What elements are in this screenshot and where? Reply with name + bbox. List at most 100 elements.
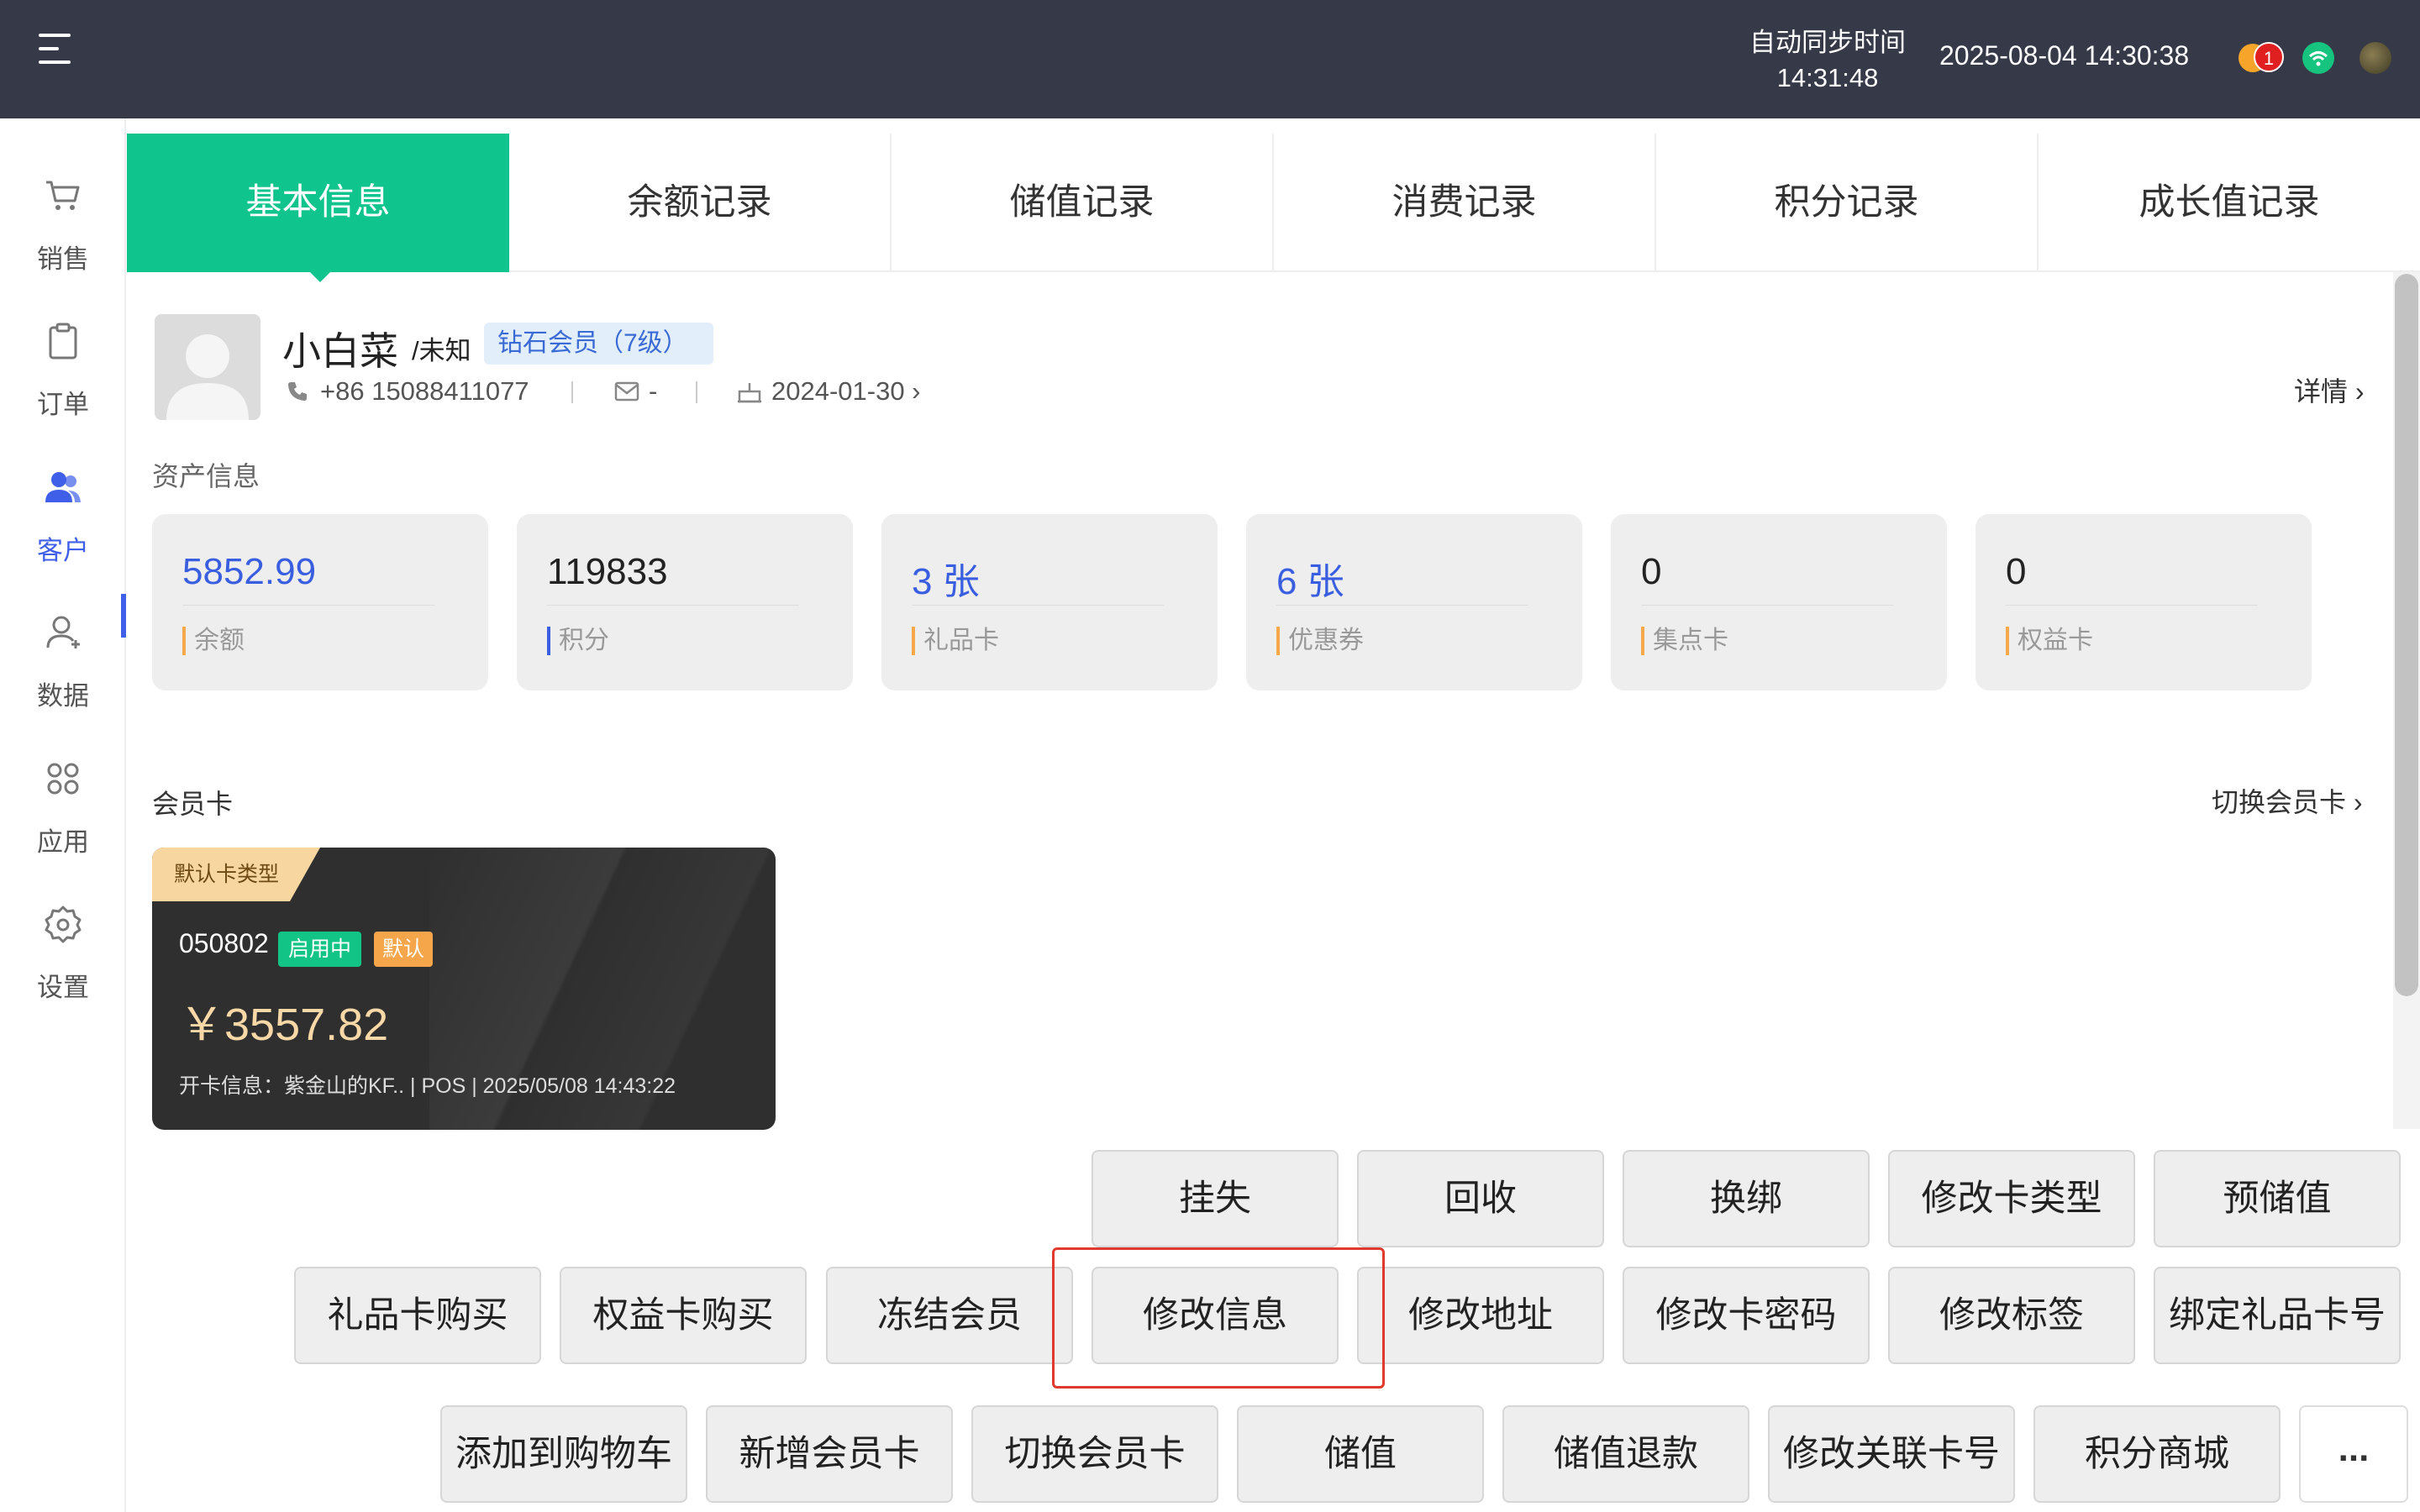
card-status-badge: 启用中 (278, 932, 362, 967)
rebind-button[interactable]: 换绑 (1623, 1150, 1870, 1247)
birthday-cake-icon (738, 383, 761, 403)
freeze-member-button[interactable]: 冻结会员 (826, 1267, 1073, 1364)
asset-label: 余额 (182, 627, 245, 655)
asset-card-stamp-cards[interactable]: 0 集点卡 (1611, 514, 1947, 690)
gear-icon (45, 906, 82, 943)
divider (912, 605, 1164, 606)
asset-value: 0 (1641, 551, 1662, 592)
edit-linked-card-button[interactable]: 修改关联卡号 (1768, 1405, 2015, 1503)
detail-link[interactable]: 详情 › (2294, 373, 2365, 410)
asset-label: 集点卡 (1641, 627, 1728, 655)
asset-label: 权益卡 (2006, 627, 2093, 655)
tab-consumption-records[interactable]: 消费记录 (1274, 134, 1656, 272)
user-avatar[interactable] (2360, 42, 2391, 74)
store-value-button[interactable]: 储值 (1237, 1405, 1484, 1503)
asset-value: 3 张 (912, 561, 980, 602)
sidebar-item-label: 销售 (37, 244, 89, 274)
notification-button[interactable]: 1 (2238, 40, 2289, 77)
sidebar-item-sales[interactable]: 销售 (0, 150, 126, 285)
sidebar-item-label: 设置 (37, 973, 89, 1002)
card-number: 050802 (179, 928, 269, 958)
change-card-type-button[interactable]: 修改卡类型 (1888, 1150, 2135, 1247)
change-card-password-button[interactable]: 修改卡密码 (1623, 1267, 1870, 1364)
tab-points-records[interactable]: 积分记录 (1656, 134, 2039, 272)
scrollbar-thumb[interactable] (2395, 274, 2418, 996)
sidebar-item-apps[interactable]: 应用 (0, 733, 126, 868)
customer-gender: /未知 (412, 336, 471, 365)
add-to-cart-button[interactable]: 添加到购物车 (440, 1405, 687, 1503)
divider (547, 605, 799, 606)
sidebar-item-label: 数据 (37, 681, 89, 711)
wifi-icon[interactable] (2302, 42, 2334, 74)
user-icon (46, 616, 80, 648)
mail-icon (614, 381, 639, 402)
asset-card-benefit-cards[interactable]: 0 权益卡 (1975, 514, 2312, 690)
bind-gift-card-button[interactable]: 绑定礼品卡号 (2154, 1267, 2401, 1364)
recycle-button[interactable]: 回收 (1357, 1150, 1604, 1247)
assets-section-title: 资产信息 (152, 461, 260, 491)
auto-sync-time: 自动同步时间 14:31:48 (1739, 25, 1916, 96)
highlight-box (1052, 1247, 1385, 1389)
top-bar: 自动同步时间 14:31:48 2025-08-04 14:30:38 1 (0, 0, 2420, 118)
tab-bar: 基本信息 余额记录 储值记录 消费记录 积分记录 成长值记录 (127, 134, 2420, 282)
asset-value: 5852.99 (182, 551, 317, 592)
card-default-badge: 默认 (374, 932, 434, 967)
sidebar-item-label: 订单 (37, 390, 89, 419)
points-mall-button[interactable]: 积分商城 (2033, 1405, 2281, 1503)
buy-gift-card-button[interactable]: 礼品卡购买 (294, 1267, 541, 1364)
apps-icon (47, 763, 79, 795)
edit-tags-button[interactable]: 修改标签 (1888, 1267, 2135, 1364)
tab-basic-info[interactable]: 基本信息 (127, 134, 509, 282)
sidebar-item-customers[interactable]: 客户 (0, 442, 126, 576)
divider (696, 381, 697, 403)
cart-icon (46, 181, 80, 210)
asset-value: 119833 (547, 551, 668, 592)
report-loss-button[interactable]: 挂失 (1092, 1150, 1339, 1247)
divider (2006, 605, 2258, 606)
asset-card-coupons[interactable]: 6 张 优惠券 (1246, 514, 1582, 690)
member-level-badge: 钻石会员（7级） (484, 323, 713, 365)
switch-member-card-link[interactable]: 切换会员卡 › (2212, 781, 2363, 820)
pre-stored-value-button[interactable]: 预储值 (2154, 1150, 2401, 1247)
sidebar-item-data[interactable]: 数据 (0, 587, 126, 722)
card-open-info: 开卡信息：紫金山的KF.. | POS | 2025/05/08 14:43:2… (179, 1074, 676, 1098)
sidebar-item-settings[interactable]: 设置 (0, 879, 126, 1013)
tab-stored-value-records[interactable]: 储值记录 (892, 134, 1274, 272)
asset-value: 6 张 (1276, 561, 1344, 602)
sidebar-item-label: 应用 (37, 827, 89, 857)
hamburger-menu-icon[interactable] (39, 34, 76, 64)
card-balance: ￥3557.82 (179, 1000, 389, 1050)
current-datetime: 2025-08-04 14:30:38 (1939, 40, 2190, 71)
asset-card-points[interactable]: 119833 积分 (517, 514, 853, 690)
customer-phone: +86 15088411077 (320, 376, 529, 406)
tab-balance-records[interactable]: 余额记录 (509, 134, 892, 272)
clipboard-icon (49, 323, 77, 360)
switch-member-card-button[interactable]: 切换会员卡 (971, 1405, 1218, 1503)
buy-benefit-card-button[interactable]: 权益卡购买 (560, 1267, 807, 1364)
customer-avatar (155, 314, 260, 420)
divider (571, 381, 573, 403)
asset-label: 礼品卡 (912, 627, 999, 655)
add-member-card-button[interactable]: 新增会员卡 (706, 1405, 953, 1503)
refund-stored-value-button[interactable]: 储值退款 (1502, 1405, 1749, 1503)
more-actions-button[interactable]: ... (2299, 1405, 2408, 1503)
customer-email: - (649, 376, 658, 406)
customer-name: 小白菜 (282, 329, 398, 373)
sidebar-nav: 销售 订单 客户 数据 应用 设置 (0, 118, 126, 1512)
customer-birthday[interactable]: 2024-01-30 › (771, 373, 921, 410)
divider (1276, 605, 1528, 606)
divider (1641, 605, 1893, 606)
users-icon (45, 472, 81, 502)
auto-sync-label: 自动同步时间 (1749, 28, 1906, 57)
member-card[interactable]: 默认卡类型 050802 启用中 默认 ￥3557.82 开卡信息：紫金山的KF… (152, 848, 776, 1130)
edit-address-button[interactable]: 修改地址 (1357, 1267, 1604, 1364)
sidebar-item-orders[interactable]: 订单 (0, 296, 126, 430)
member-card-section-title: 会员卡 (152, 789, 234, 819)
asset-label: 优惠券 (1276, 627, 1364, 655)
asset-card-gift-cards[interactable]: 3 张 礼品卡 (881, 514, 1218, 690)
divider (182, 605, 434, 606)
phone-icon (288, 382, 307, 401)
card-type-label: 默认卡类型 (152, 848, 320, 901)
asset-card-balance[interactable]: 5852.99 余额 (152, 514, 488, 690)
tab-growth-records[interactable]: 成长值记录 (2039, 134, 2420, 272)
